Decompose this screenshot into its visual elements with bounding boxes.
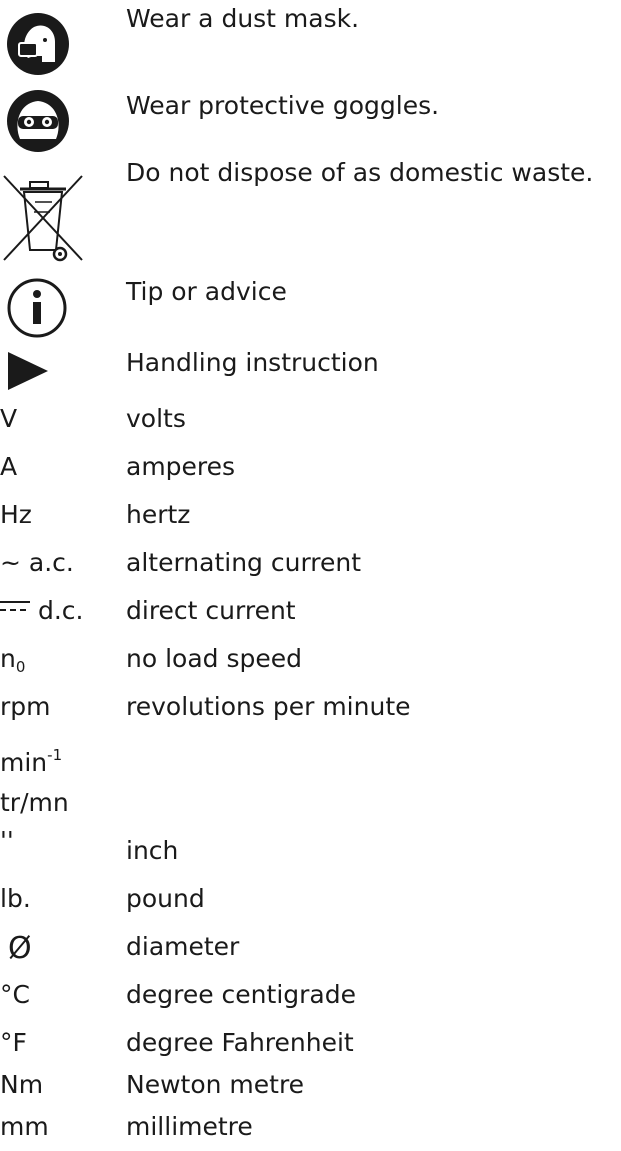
unit-symbol: d.c. — [37, 596, 84, 625]
unit-row: n0 no load speed — [0, 640, 621, 680]
unit-row: mm millimetre — [0, 1108, 621, 1148]
crossed-bin-icon — [3, 175, 83, 262]
unit-meaning: hertz — [126, 500, 191, 529]
unit-row: °F degree Fahrenheit — [0, 1024, 621, 1064]
unit-row: Ø diameter — [0, 928, 621, 968]
legend-dust-mask: Wear a dust mask. — [0, 0, 621, 80]
legend-handling: Handling instruction — [0, 342, 621, 394]
unit-symbol-n0: n0 — [0, 644, 25, 682]
unit-meaning: alternating current — [126, 548, 362, 577]
unit-meaning: degree Fahrenheit — [126, 1028, 354, 1057]
direct-current-icon — [0, 601, 30, 611]
unit-meaning: no load speed — [126, 644, 302, 673]
unit-meaning: direct current — [126, 596, 296, 625]
legend-goggles: Wear protective goggles. — [0, 85, 621, 155]
unit-row: '' inch — [0, 826, 621, 872]
unit-row: A amperes — [0, 448, 621, 488]
unit-meaning: pound — [126, 884, 205, 913]
unit-row: Nm Newton metre — [0, 1066, 621, 1106]
unit-meaning: inch — [126, 836, 179, 865]
legend-text: Wear a dust mask. — [126, 4, 360, 33]
unit-row: d.c. direct current — [0, 592, 621, 632]
legend-info: Tip or advice — [0, 275, 621, 339]
unit-symbol-subscript: 0 — [15, 658, 26, 676]
dust-mask-icon — [7, 13, 69, 75]
unit-symbol: V — [0, 404, 18, 433]
unit-row: ~ a.c. alternating current — [0, 544, 621, 584]
unit-row: V volts — [0, 400, 621, 440]
unit-row: rpm revolutions per minute — [0, 688, 621, 728]
unit-meaning: diameter — [126, 932, 240, 961]
legend-text: Do not dispose of as domestic waste. — [126, 158, 594, 187]
unit-symbol: lb. — [0, 884, 31, 913]
unit-symbol: min — [0, 748, 48, 777]
unit-meaning: revolutions per minute — [126, 692, 411, 721]
play-arrow-icon — [8, 352, 48, 390]
unit-row: min-1 — [0, 736, 621, 778]
unit-symbol: Ø — [8, 931, 32, 966]
legend-waste: Do not dispose of as domestic waste. — [0, 158, 621, 268]
unit-symbol: °C — [0, 980, 30, 1009]
unit-symbol: mm — [0, 1112, 49, 1141]
unit-row: Hz hertz — [0, 496, 621, 536]
unit-symbol: tr/mn — [0, 788, 69, 817]
goggles-icon — [7, 90, 69, 152]
legend-text: Handling instruction — [126, 348, 379, 377]
unit-symbol: Hz — [0, 500, 32, 529]
unit-meaning: Newton metre — [126, 1070, 305, 1099]
unit-symbol: Nm — [0, 1070, 44, 1099]
unit-meaning: volts — [126, 404, 186, 433]
unit-symbol-dc: d.c. — [0, 596, 83, 626]
info-icon — [7, 278, 67, 338]
legend-text: Wear protective goggles. — [126, 91, 440, 120]
unit-meaning: millimetre — [126, 1112, 253, 1141]
unit-symbol: °F — [0, 1028, 27, 1057]
unit-symbol: rpm — [0, 692, 51, 721]
unit-symbol-superscript: -1 — [47, 746, 63, 764]
unit-row: tr/mn — [0, 784, 621, 824]
unit-symbol: n — [0, 644, 16, 673]
unit-symbol: ~ a.c. — [0, 548, 74, 577]
unit-symbol: A — [0, 452, 18, 481]
unit-symbol: '' — [0, 826, 14, 855]
unit-row: °C degree centigrade — [0, 976, 621, 1016]
unit-meaning: amperes — [126, 452, 236, 481]
legend-text: Tip or advice — [126, 277, 287, 306]
unit-symbol-min: min-1 — [0, 740, 62, 778]
unit-meaning: degree centigrade — [126, 980, 356, 1009]
unit-row: lb. pound — [0, 880, 621, 920]
